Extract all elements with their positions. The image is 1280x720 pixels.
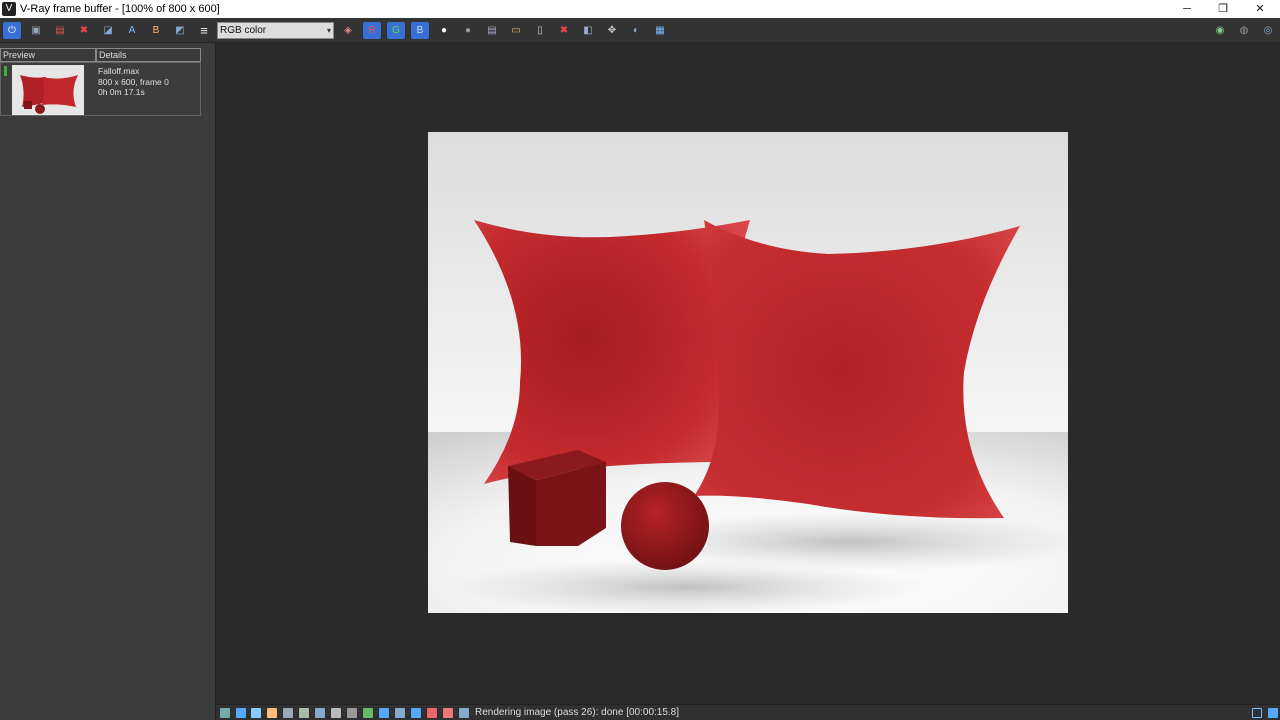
title-bar: V V-Ray frame buffer - [100% of 800 x 60… [0, 0, 1280, 18]
clear-image-icon[interactable]: ✖ [555, 22, 573, 39]
rendered-image[interactable] [428, 132, 1068, 613]
ocio-icon[interactable] [363, 708, 373, 718]
history-header: Preview Details [0, 48, 201, 62]
history-details: Falloff.max 800 x 600, frame 0 0h 0m 17.… [98, 66, 169, 98]
window-title: V-Ray frame buffer - [100% of 800 x 600] [20, 3, 220, 15]
status-bar: Rendering image (pass 26): done [00:00:1… [216, 704, 1280, 720]
expand-icon[interactable] [1268, 708, 1278, 718]
icc-icon[interactable] [379, 708, 389, 718]
main-toolbar: ⏻ ▣ ▤ ✖ ◪ A B ◩ ≡ RGB color ▾ ◈ R G B ● … [0, 18, 1280, 43]
compare-b-icon[interactable]: B [147, 22, 165, 39]
compare-a-icon[interactable]: A [123, 22, 141, 39]
save-all-icon[interactable]: ▤ [51, 22, 69, 39]
save-icon[interactable]: ▣ [27, 22, 45, 39]
clipboard-icon[interactable]: ▯ [531, 22, 549, 39]
history-thumbnail [12, 65, 84, 115]
lens-icon[interactable] [459, 708, 469, 718]
column-details[interactable]: Details [96, 48, 201, 62]
render-last-icon[interactable]: ◐ [627, 22, 645, 39]
hsv-icon[interactable] [283, 708, 293, 718]
link-icon[interactable]: ◉ [1211, 22, 1229, 39]
menu-icon[interactable]: ≡ [195, 22, 213, 39]
lens-effects-icon[interactable]: ◎ [1259, 22, 1277, 39]
sphere-icon[interactable]: ◍ [1235, 22, 1253, 39]
clear-icon[interactable]: ✖ [75, 22, 93, 39]
blue-channel-button[interactable]: B [411, 22, 429, 39]
minimize-icon[interactable]: ─ [1169, 0, 1205, 18]
history-filename: Falloff.max [98, 66, 140, 76]
pixel-info-icon[interactable] [411, 708, 421, 718]
srgb-icon[interactable] [395, 708, 405, 718]
column-preview[interactable]: Preview [0, 48, 96, 62]
compare-ab-icon[interactable]: ◩ [171, 22, 189, 39]
chevron-down-icon: ▾ [326, 26, 331, 35]
stamp-icon[interactable] [443, 708, 453, 718]
white-balance-icon[interactable] [267, 708, 277, 718]
color-channels-icon[interactable]: ◈ [339, 22, 357, 39]
curves-icon[interactable] [315, 708, 325, 718]
color-correction-icon[interactable] [236, 708, 246, 718]
close-icon[interactable]: ✕ [1242, 0, 1278, 18]
alpha-white-icon[interactable]: ● [435, 22, 453, 39]
levels-icon[interactable] [299, 708, 309, 718]
active-marker [4, 66, 7, 76]
duplicate-icon[interactable]: ◪ [99, 22, 117, 39]
restore-icon[interactable]: ❐ [1205, 0, 1241, 18]
background-icon[interactable] [331, 708, 341, 718]
red-channel-button[interactable]: R [363, 22, 381, 39]
history-time: 0h 0m 17.1s [98, 87, 145, 97]
ipr-icon[interactable]: ▦ [651, 22, 669, 39]
region-render-icon[interactable]: ◧ [579, 22, 597, 39]
compare-icon[interactable] [427, 708, 437, 718]
green-channel-button[interactable]: G [387, 22, 405, 39]
history-resolution: 800 x 600, frame 0 [98, 76, 169, 87]
lut-icon[interactable] [347, 708, 357, 718]
exposure-icon[interactable] [251, 708, 261, 718]
channel-select[interactable]: RGB color ▾ [217, 22, 334, 39]
render-icon[interactable]: ⏻ [3, 22, 21, 39]
channel-select-value: RGB color [220, 25, 267, 36]
panel-toggle-icon[interactable] [1252, 708, 1262, 718]
status-toggle-icon[interactable] [220, 708, 230, 718]
status-text: Rendering image (pass 26): done [00:00:1… [475, 707, 680, 718]
history-panel: Preview Details Falloff.max 800 x 600, f… [0, 43, 216, 720]
history-item[interactable]: Falloff.max 800 x 600, frame 0 0h 0m 17.… [0, 62, 201, 116]
vray-logo-icon: V [2, 2, 16, 16]
track-mouse-icon[interactable]: ✥ [603, 22, 621, 39]
save-image-icon[interactable]: ▤ [483, 22, 501, 39]
load-image-icon[interactable]: ▭ [507, 22, 525, 39]
monochrome-icon[interactable]: ● [459, 22, 477, 39]
